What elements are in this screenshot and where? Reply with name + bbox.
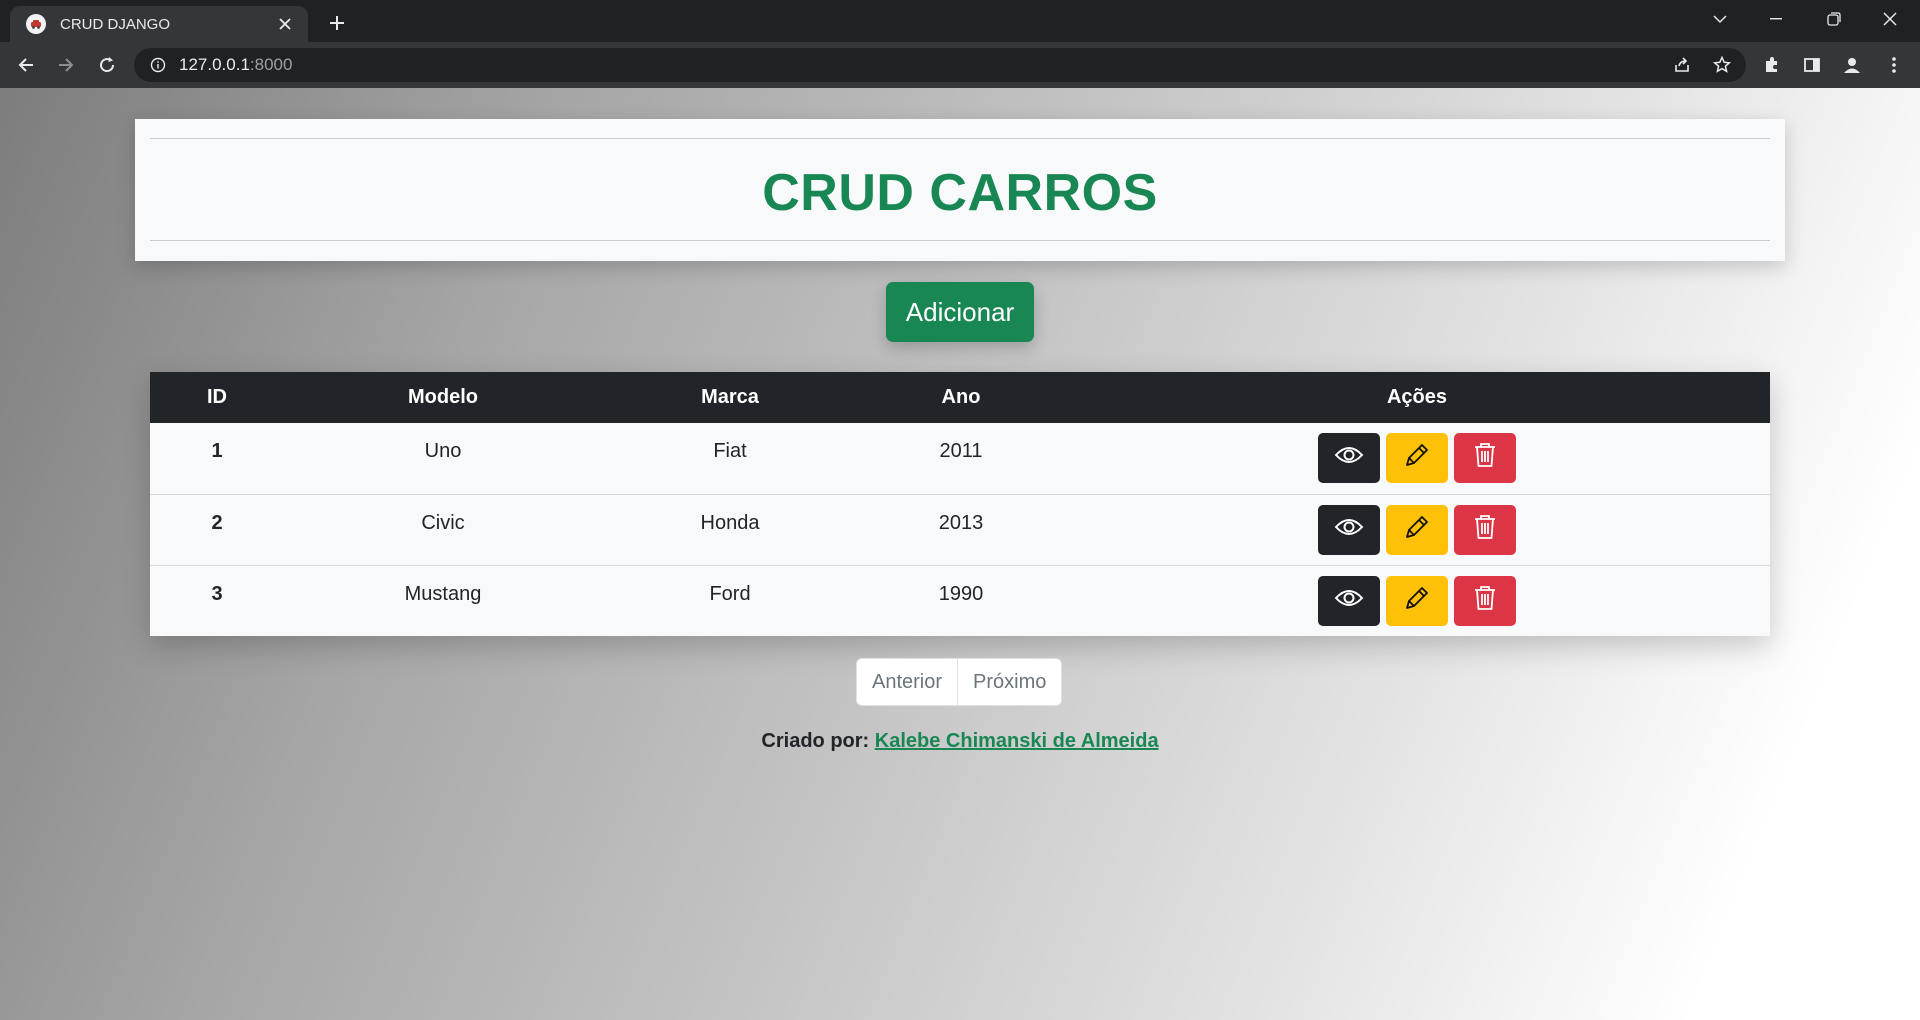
- page-title: CRUD CARROS: [762, 164, 1158, 222]
- url-host: 127.0.0.1: [179, 55, 250, 74]
- new-tab-plus-icon[interactable]: [322, 8, 352, 38]
- eye-icon: [1334, 517, 1364, 543]
- eye-icon: [1334, 445, 1364, 471]
- cell-marca: Ford: [602, 564, 858, 636]
- cell-id: 1: [150, 423, 284, 494]
- back-arrow-icon[interactable]: [10, 49, 42, 81]
- minimize-icon[interactable]: [1748, 0, 1804, 38]
- pencil-icon: [1403, 584, 1431, 618]
- table-row: 1 Uno Fiat 2011: [150, 423, 1770, 494]
- cell-modelo: Uno: [284, 423, 602, 494]
- view-button[interactable]: [1318, 433, 1380, 483]
- cell-ano: 1990: [858, 564, 1064, 636]
- browser-tab-strip: CRUD DJANGO: [0, 0, 1920, 42]
- reload-icon[interactable]: [91, 49, 123, 81]
- view-button[interactable]: [1318, 575, 1380, 626]
- cell-ano: 2013: [858, 493, 1064, 565]
- share-icon[interactable]: [1666, 55, 1698, 75]
- table-header-row: ID Modelo Marca Ano Ações: [150, 372, 1770, 423]
- edit-button[interactable]: [1386, 504, 1448, 555]
- edit-button[interactable]: [1386, 433, 1448, 483]
- header-divider-bottom: [150, 240, 1770, 241]
- table-row: 2 Civic Honda 2013: [150, 493, 1770, 565]
- eye-icon: [1334, 588, 1364, 614]
- column-header-modelo: Modelo: [284, 372, 602, 423]
- tab-search-chevron-icon[interactable]: [1692, 0, 1748, 38]
- cell-actions: [1064, 493, 1770, 565]
- cell-marca: Honda: [602, 493, 858, 565]
- header-divider-top: [150, 138, 1770, 139]
- cell-actions: [1064, 564, 1770, 636]
- more-menu-icon[interactable]: [1878, 49, 1910, 81]
- cell-id: 3: [150, 564, 284, 636]
- cars-table: ID Modelo Marca Ano Ações 1 Uno Fiat 201…: [150, 372, 1770, 636]
- pagination: Anterior Próximo: [856, 658, 1063, 706]
- pencil-icon: [1403, 513, 1431, 547]
- author-link[interactable]: Kalebe Chimanski de Almeida: [875, 730, 1159, 752]
- trash-icon: [1473, 441, 1497, 475]
- add-car-button[interactable]: Adicionar: [886, 282, 1034, 342]
- pencil-icon: [1403, 441, 1431, 475]
- delete-button[interactable]: [1454, 433, 1516, 483]
- cell-ano: 2011: [858, 423, 1064, 494]
- close-window-icon[interactable]: [1862, 0, 1918, 38]
- edit-button[interactable]: [1386, 575, 1448, 626]
- trash-icon: [1473, 513, 1497, 547]
- site-info-icon[interactable]: [149, 56, 167, 74]
- close-tab-icon[interactable]: [274, 13, 296, 35]
- url-port: :8000: [249, 55, 293, 74]
- cell-marca: Fiat: [602, 423, 858, 494]
- restore-icon[interactable]: [1806, 0, 1862, 38]
- car-favicon-icon: [26, 14, 46, 34]
- column-header-ano: Ano: [858, 372, 1064, 423]
- extensions-puzzle-icon[interactable]: [1756, 49, 1788, 81]
- browser-tab[interactable]: CRUD DJANGO: [10, 6, 308, 42]
- table-row: 3 Mustang Ford 1990: [150, 564, 1770, 636]
- cell-id: 2: [150, 493, 284, 565]
- cell-modelo: Civic: [284, 493, 602, 565]
- side-panel-icon[interactable]: [1796, 49, 1828, 81]
- column-header-id: ID: [150, 372, 284, 423]
- profile-avatar-icon[interactable]: [1836, 49, 1868, 81]
- delete-button[interactable]: [1454, 575, 1516, 626]
- view-button[interactable]: [1318, 504, 1380, 555]
- delete-button[interactable]: [1454, 504, 1516, 555]
- address-bar[interactable]: 127.0.0.1:8000: [134, 48, 1746, 82]
- cars-table-container: ID Modelo Marca Ano Ações 1 Uno Fiat 201…: [150, 372, 1770, 636]
- cell-modelo: Mustang: [284, 564, 602, 636]
- tab-title: CRUD DJANGO: [60, 15, 171, 33]
- pagination-previous-link[interactable]: Anterior: [857, 659, 957, 705]
- forward-arrow-icon[interactable]: [50, 49, 82, 81]
- footer-credit: Criado por: Kalebe Chimanski de Almeida: [0, 730, 1920, 753]
- footer-prefix: Criado por:: [761, 730, 870, 752]
- browser-toolbar: 127.0.0.1:8000: [0, 42, 1920, 88]
- column-header-marca: Marca: [602, 372, 858, 423]
- cell-actions: [1064, 423, 1770, 494]
- column-header-acoes: Ações: [1064, 372, 1770, 423]
- trash-icon: [1473, 584, 1497, 618]
- page-viewport: CRUD CARROS Adicionar ID Modelo Marca An…: [0, 88, 1920, 1020]
- header-card: CRUD CARROS: [135, 119, 1785, 261]
- pagination-next-link[interactable]: Próximo: [957, 659, 1061, 705]
- bookmark-star-icon[interactable]: [1706, 55, 1738, 75]
